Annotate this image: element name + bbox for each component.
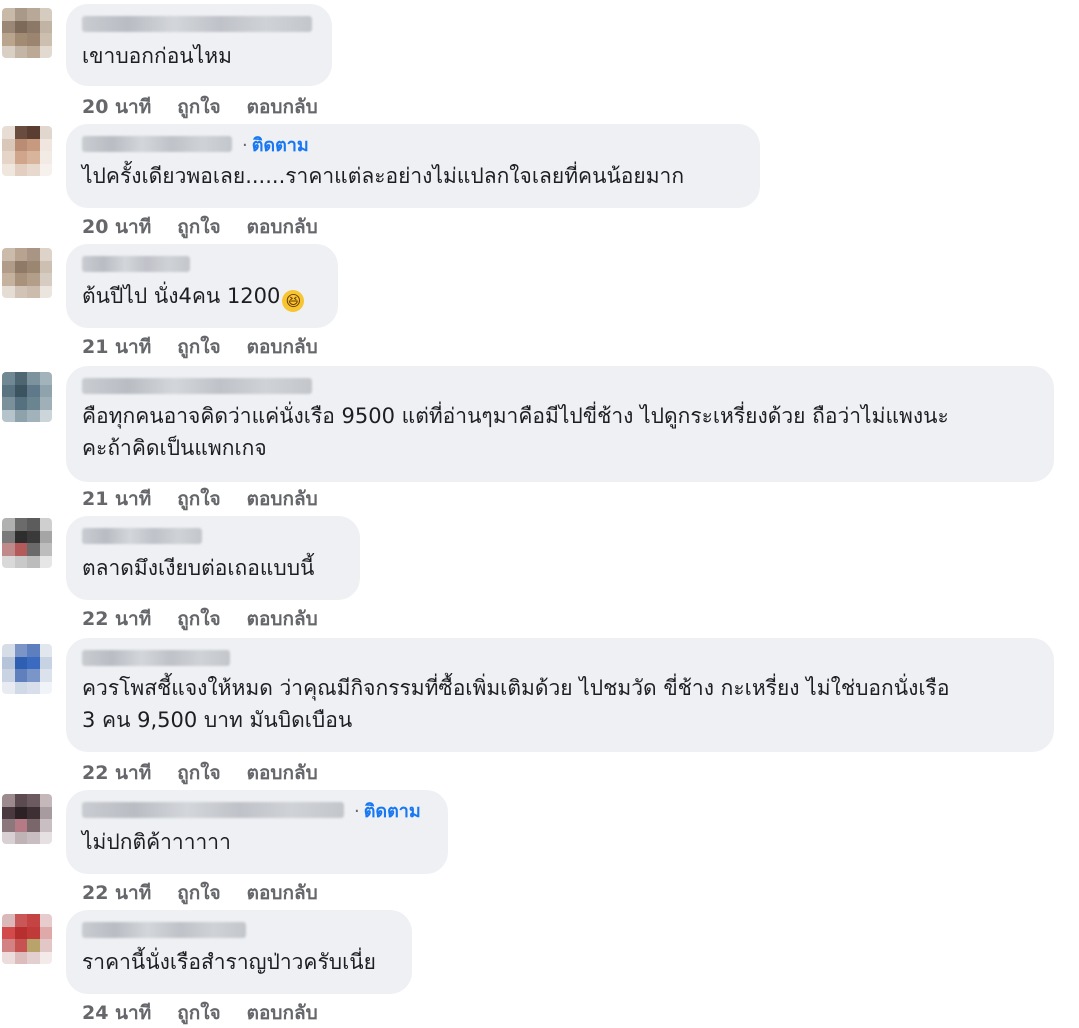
comment-bubble: เขาบอกก่อนไหม [66,4,332,86]
comment-bubble: คือทุกคนอาจคิดว่าแค่นั่งเรือ 9500 แต่ที่… [66,366,1054,482]
comment-actions: 20 นาที ถูกใจ ตอบกลับ [82,92,318,122]
comment-text-line: ควรโพสชี้แจงให้หมด ว่าคุณมีกิจกรรมที่ซื้… [82,676,950,700]
comment-actions: 21 นาที ถูกใจ ตอบกลับ [82,332,318,362]
comment-actions: 20 นาที ถูกใจ ตอบกลับ [82,212,318,242]
commenter-name[interactable] [82,920,394,940]
commenter-name[interactable] [82,14,314,34]
commenter-name[interactable] [82,376,1036,396]
comment-actions: 22 นาที ถูกใจ ตอบกลับ [82,604,318,634]
commenter-name[interactable] [82,526,342,546]
avatar[interactable] [2,248,52,298]
like-button[interactable]: ถูกใจ [177,212,220,242]
comment-actions: 22 นาที ถูกใจ ตอบกลับ [82,758,318,788]
timestamp[interactable]: 22 นาที [82,604,151,634]
comment-text-line: คือทุกคนอาจคิดว่าแค่นั่งเรือ 9500 แต่ที่… [82,404,949,428]
comment-text: ราคานี้นั่งเรือสำราญป่าวครับเนี่ย [82,950,376,974]
comment-bubble: ราคานี้นั่งเรือสำราญป่าวครับเนี่ย [66,910,412,994]
comment-text: เขาบอกก่อนไหม [82,44,232,68]
avatar[interactable] [2,372,52,422]
comment-text-line: 3 คน 9,500 บาท มันบิดเบือน [82,708,353,732]
comment-text: ควรโพสชี้แจงให้หมด ว่าคุณมีกิจกรรมที่ซื้… [82,672,1036,736]
comment-bubble: ตลาดมึงเงียบต่อเถอแบบนี้ [66,516,360,600]
comment-bubble: ต้นปีไป นั่ง4คน 1200 😆 [66,244,338,328]
comment-text: ต้นปีไป นั่ง4คน 1200 😆 [82,280,320,312]
comment-text-body: ต้นปีไป นั่ง4คน 1200 [82,284,281,308]
avatar[interactable] [2,644,52,694]
like-button[interactable]: ถูกใจ [177,604,220,634]
reply-button[interactable]: ตอบกลับ [247,878,318,908]
reply-button[interactable]: ตอบกลับ [247,212,318,242]
avatar[interactable] [2,126,52,176]
comment-text: คือทุกคนอาจคิดว่าแค่นั่งเรือ 9500 แต่ที่… [82,400,1036,464]
commenter-name[interactable] [82,254,320,274]
timestamp[interactable]: 20 นาที [82,212,151,242]
avatar[interactable] [2,518,52,568]
timestamp[interactable]: 22 นาที [82,758,151,788]
timestamp[interactable]: 21 นาที [82,332,151,362]
reply-button[interactable]: ตอบกลับ [247,604,318,634]
comment-text: ไม่ปกติค้าาาาาา [82,830,231,854]
like-button[interactable]: ถูกใจ [177,92,220,122]
comment-text-line: คะถ้าคิดเป็นแพกเกจ [82,436,267,460]
comment-bubble: ติดตาม ไปครั้งเดียวพอเลย......ราคาแต่ละอ… [66,124,760,208]
comment-actions: 22 นาที ถูกใจ ตอบกลับ [82,878,318,908]
like-button[interactable]: ถูกใจ [177,758,220,788]
follow-button[interactable]: ติดตาม [354,796,421,825]
follow-button[interactable]: ติดตาม [242,130,309,159]
commenter-name[interactable] [82,136,232,152]
comment-bubble: ติดตาม ไม่ปกติค้าาาาาา [66,790,448,874]
avatar[interactable] [2,794,52,844]
timestamp[interactable]: 22 นาที [82,878,151,908]
comment-text: ตลาดมึงเงียบต่อเถอแบบนี้ [82,556,315,580]
avatar[interactable] [2,914,52,964]
like-button[interactable]: ถูกใจ [177,878,220,908]
avatar[interactable] [2,8,52,58]
comment-bubble: ควรโพสชี้แจงให้หมด ว่าคุณมีกิจกรรมที่ซื้… [66,638,1054,752]
laughing-emoji-icon: 😆 [282,290,305,312]
reply-button[interactable]: ตอบกลับ [247,484,318,514]
timestamp[interactable]: 20 นาที [82,92,151,122]
reply-button[interactable]: ตอบกลับ [247,332,318,362]
like-button[interactable]: ถูกใจ [177,484,220,514]
like-button[interactable]: ถูกใจ [177,332,220,362]
comment-text: ไปครั้งเดียวพอเลย......ราคาแต่ละอย่างไม่… [82,164,685,188]
comment-actions: 21 นาที ถูกใจ ตอบกลับ [82,484,318,514]
commenter-name[interactable] [82,802,344,818]
timestamp[interactable]: 21 นาที [82,484,151,514]
reply-button[interactable]: ตอบกลับ [247,758,318,788]
commenter-name[interactable] [82,648,1036,668]
reply-button[interactable]: ตอบกลับ [247,92,318,122]
commenter-row: ติดตาม [82,800,430,822]
commenter-row: ติดตาม [82,134,742,156]
